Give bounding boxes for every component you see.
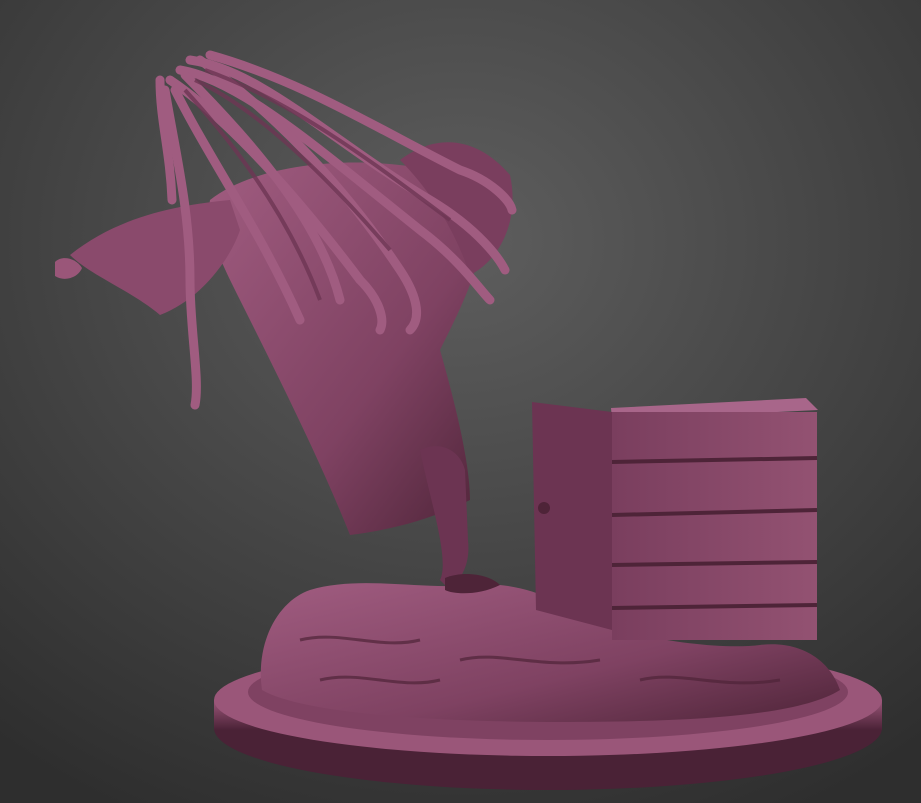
render-viewport (0, 0, 921, 803)
chest-door (532, 402, 612, 630)
wooden-chest (532, 398, 818, 640)
sculpt-render-canvas (0, 0, 921, 803)
door-ring (538, 502, 550, 514)
